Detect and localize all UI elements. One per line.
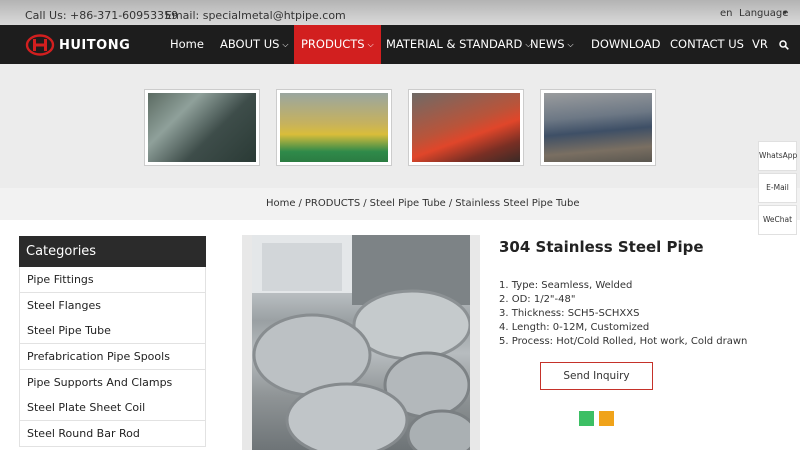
- wechat-widget[interactable]: WeChat: [758, 205, 797, 235]
- nav-about-label: ABOUT US: [220, 37, 280, 51]
- nav-contact-label: CONTACT US: [670, 37, 744, 51]
- spec-thickness: 3. Thickness: SCH5-SCHXXS: [499, 308, 640, 319]
- whatsapp-widget[interactable]: WhatsApp: [758, 141, 797, 171]
- factory-photo: [412, 93, 520, 162]
- factory-photo: [544, 93, 652, 162]
- gallery-image[interactable]: [144, 89, 260, 166]
- category-item[interactable]: Steel Plate Sheet Coil: [19, 395, 206, 421]
- email-widget[interactable]: E-Mail: [758, 173, 797, 203]
- logo-icon[interactable]: [25, 34, 55, 56]
- gallery-image[interactable]: [540, 89, 656, 166]
- nav-vr[interactable]: VR: [752, 25, 768, 64]
- product-title: 304 Stainless Steel Pipe: [499, 238, 704, 256]
- brand-name[interactable]: HUITONG: [59, 38, 130, 53]
- gallery-image[interactable]: [276, 89, 392, 166]
- chevron-down-icon[interactable]: ▾: [783, 8, 787, 17]
- spec-length: 4. Length: 0-12M, Customized: [499, 322, 650, 333]
- chevron-down-icon: ⌵: [367, 40, 374, 49]
- chevron-down-icon: ⌵: [567, 40, 574, 49]
- language-code[interactable]: en: [720, 8, 733, 19]
- product-image[interactable]: [242, 235, 480, 450]
- breadcrumb-stainless-steel[interactable]: Stainless Steel Pipe Tube: [455, 198, 579, 209]
- category-item[interactable]: Steel Pipe Tube: [19, 318, 206, 344]
- breadcrumb-home[interactable]: Home: [266, 198, 296, 209]
- gallery-image[interactable]: [408, 89, 524, 166]
- category-item[interactable]: Pipe Supports And Clamps: [19, 370, 206, 396]
- nav-home[interactable]: Home: [170, 25, 204, 64]
- chevron-down-icon: ⌵: [282, 40, 289, 49]
- spec-od: 2. OD: 1/2"-48": [499, 294, 576, 305]
- email-address[interactable]: Email: specialmetal@htpipe.com: [165, 9, 346, 22]
- nav-vr-label: VR: [752, 37, 768, 51]
- nav-material-label: MATERIAL & STANDARD: [386, 37, 523, 51]
- main-nav: HUITONG Home ABOUT US ⌵ PRODUCTS ⌵ MATERIA…: [0, 25, 800, 64]
- steel-pipe-photo: [252, 235, 478, 450]
- factory-photo: [148, 93, 256, 162]
- nav-home-label: Home: [170, 37, 204, 51]
- send-inquiry-button[interactable]: Send Inquiry: [540, 362, 653, 390]
- top-bar: Call Us: +86-371-60953359 Email: special…: [0, 0, 800, 25]
- category-item[interactable]: Steel Round Bar Rod: [19, 421, 206, 447]
- nav-download-label: DOWNLOAD: [591, 37, 661, 51]
- breadcrumb-steel-pipe-tube[interactable]: Steel Pipe Tube: [370, 198, 446, 209]
- phone-number[interactable]: Call Us: +86-371-60953359: [25, 9, 178, 22]
- nav-about-us[interactable]: ABOUT US ⌵: [220, 25, 289, 64]
- nav-download[interactable]: DOWNLOAD: [591, 25, 660, 64]
- factory-photo: [280, 93, 388, 162]
- breadcrumb-products[interactable]: PRODUCTS: [305, 198, 360, 209]
- share-orange-icon[interactable]: [599, 411, 614, 426]
- nav-news[interactable]: NEWS ⌵: [530, 25, 574, 64]
- spec-type: 1. Type: Seamless, Welded: [499, 280, 633, 291]
- category-item[interactable]: Steel Flanges: [19, 293, 206, 319]
- search-icon[interactable]: [779, 40, 789, 50]
- nav-products-label: PRODUCTS: [301, 37, 365, 51]
- breadcrumb: Home / PRODUCTS / Steel Pipe Tube / Stainless …: [266, 198, 580, 209]
- nav-material-standard[interactable]: MATERIAL & STANDARD ⌵: [386, 25, 531, 64]
- nav-products[interactable]: PRODUCTS ⌵: [294, 25, 381, 64]
- product-gallery: [0, 64, 800, 188]
- nav-news-label: NEWS: [530, 37, 565, 51]
- language-selector[interactable]: Language: [739, 8, 788, 19]
- category-item[interactable]: Prefabrication Pipe Spools: [19, 344, 206, 370]
- category-item[interactable]: Pipe Fittings: [19, 267, 206, 293]
- share-green-icon[interactable]: [579, 411, 594, 426]
- spec-process: 5. Process: Hot/Cold Rolled, Hot work, C…: [499, 336, 748, 347]
- nav-contact-us[interactable]: CONTACT US: [670, 25, 744, 64]
- categories-heading: Categories: [19, 236, 206, 267]
